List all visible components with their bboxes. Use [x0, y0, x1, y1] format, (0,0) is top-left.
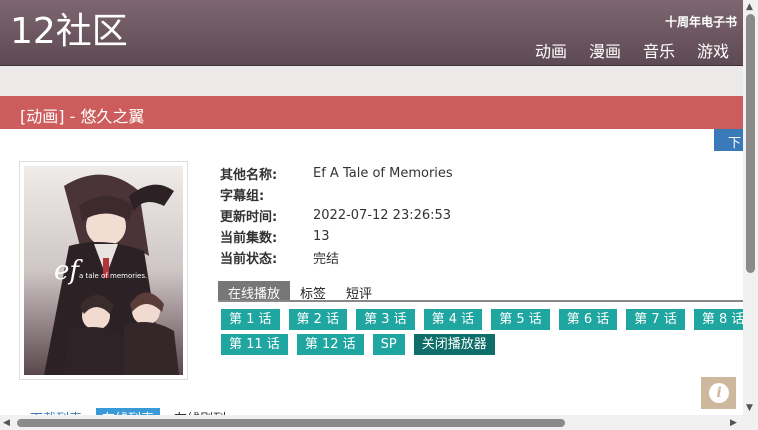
episode-row: 第 11 话 第 12 话 SP 关闭播放器	[221, 334, 758, 356]
scroll-down-icon[interactable]: ▼	[746, 403, 753, 413]
close-player-button[interactable]: 关闭播放器	[413, 334, 495, 355]
info-value: Ef A Tale of Memories	[313, 166, 453, 181]
site-header: 12社区 十周年电子书 动画 漫画 音乐 游戏	[0, 0, 743, 66]
scroll-up-icon[interactable]: ▲	[746, 2, 753, 12]
nav-item-anime[interactable]: 动画	[535, 38, 567, 62]
horizontal-scrollbar[interactable]: ◀ ▶	[0, 415, 743, 430]
info-label: 字幕组:	[220, 189, 265, 204]
tab-online-play[interactable]: 在线播放	[218, 281, 291, 302]
episode-button[interactable]: SP	[372, 334, 405, 355]
episode-button[interactable]: 第 7 话	[626, 309, 685, 330]
main-nav: 动画 漫画 音乐 游戏	[535, 38, 729, 62]
info-row-updated: 更新时间: 2022-07-12 23:26:53	[220, 205, 453, 226]
tab-tags[interactable]: 标签	[290, 281, 336, 302]
info-button[interactable]: i	[701, 377, 736, 409]
svg-text:ef: ef	[54, 256, 83, 286]
info-row-status: 当前状态: 完结	[220, 247, 453, 268]
episode-button[interactable]: 第 2 话	[288, 309, 348, 330]
info-row-subgroup: 字幕组:	[220, 184, 453, 205]
vertical-scrollbar[interactable]: ▲ ▼	[743, 0, 758, 430]
scroll-right-icon[interactable]: ▶	[730, 418, 737, 428]
episode-button[interactable]: 第 4 话	[423, 309, 483, 330]
info-value: 2022-07-12 23:26:53	[313, 208, 452, 223]
vertical-scroll-thumb[interactable]	[746, 14, 755, 273]
poster-frame: ef a tale of memories.	[19, 161, 188, 380]
title-bar: [动画] - 悠久之翼	[0, 96, 743, 129]
scroll-left-icon[interactable]: ◀	[3, 418, 10, 428]
tab-short-reviews[interactable]: 短评	[336, 281, 382, 302]
info-label: 当前集数:	[220, 231, 278, 246]
info-icon: i	[709, 383, 729, 403]
header-spacer	[0, 66, 743, 96]
info-label: 当前状态:	[220, 252, 278, 267]
info-value: 完结	[313, 252, 340, 267]
horizontal-scroll-thumb[interactable]	[17, 419, 565, 427]
nav-item-games[interactable]: 游戏	[697, 38, 729, 62]
info-row-alias: 其他名称: Ef A Tale of Memories	[220, 163, 453, 184]
episode-row: 第 1 话 第 2 话 第 3 话 第 4 话 第 5 话 第 6 话 第 7 …	[221, 309, 758, 331]
info-value: 13	[313, 229, 330, 244]
page: 12社区 十周年电子书 动画 漫画 音乐 游戏 [动画] - 悠久之翼 下 ef…	[0, 0, 758, 430]
episode-button[interactable]: 第 6 话	[558, 309, 618, 330]
episode-button[interactable]: 第 12 话	[296, 334, 364, 355]
nav-item-music[interactable]: 音乐	[643, 38, 675, 62]
episode-button[interactable]: 第 3 话	[356, 309, 415, 330]
episode-button[interactable]: 第 1 话	[221, 309, 280, 330]
info-label: 更新时间:	[220, 210, 278, 225]
page-title: [动画] - 悠久之翼	[20, 107, 145, 126]
nav-item-manga[interactable]: 漫画	[589, 38, 621, 62]
info-row-episodes: 当前集数: 13	[220, 226, 453, 247]
svg-text:a tale of memories.: a tale of memories.	[79, 272, 147, 280]
info-label: 其他名称:	[220, 168, 278, 183]
download-tab[interactable]: 下	[714, 129, 743, 151]
anime-info: 其他名称: Ef A Tale of Memories 字幕组: 更新时间: 2…	[220, 163, 453, 268]
content-tabs: 在线播放 标签 短评	[218, 281, 743, 302]
episode-button[interactable]: 第 11 话	[221, 334, 288, 355]
poster-image: ef a tale of memories.	[24, 166, 183, 375]
site-logo[interactable]: 12社区	[10, 12, 128, 52]
episode-button[interactable]: 第 5 话	[491, 309, 550, 330]
episode-list: 第 1 话 第 2 话 第 3 话 第 4 话 第 5 话 第 6 话 第 7 …	[221, 309, 758, 359]
anniversary-ebook-link[interactable]: 十周年电子书	[665, 13, 737, 30]
